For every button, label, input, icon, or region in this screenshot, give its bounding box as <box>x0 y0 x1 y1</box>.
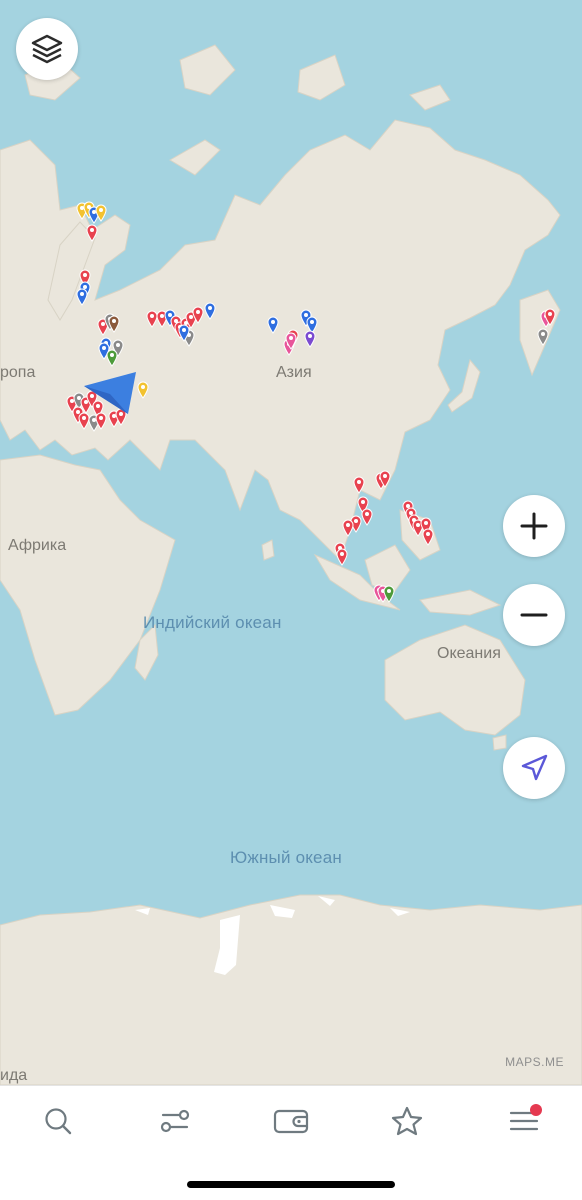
antarctica-label: ида <box>0 1067 28 1084</box>
map-pin-pink[interactable] <box>285 332 297 350</box>
wallet-icon <box>273 1109 309 1134</box>
layers-icon <box>31 34 63 64</box>
star-icon <box>392 1106 423 1136</box>
my-position-button[interactable] <box>503 737 565 799</box>
map-pin-red[interactable] <box>422 528 434 546</box>
search-icon <box>45 1108 72 1135</box>
navigation-arrow-icon <box>521 754 548 781</box>
africa-label: Африка <box>8 537 67 554</box>
europe-label: ропа <box>0 364 36 381</box>
map-pin-red[interactable] <box>379 470 391 488</box>
minus-icon <box>520 613 548 617</box>
current-location-arrow-icon <box>84 372 136 414</box>
map-pin-red[interactable] <box>192 306 204 324</box>
zoom-out-button[interactable] <box>503 584 565 646</box>
map-pin-green[interactable] <box>106 349 118 367</box>
notification-badge <box>529 1104 542 1116</box>
southern-ocean-label: Южный океан <box>230 848 342 867</box>
home-indicator <box>187 1181 395 1188</box>
map-pin-blue[interactable] <box>267 316 279 334</box>
route-button[interactable] <box>145 1091 205 1151</box>
map-pin-red[interactable] <box>353 476 365 494</box>
map-pin-blue[interactable] <box>76 288 88 306</box>
search-button[interactable] <box>28 1091 88 1151</box>
maps-me-attribution: MAPS.ME <box>505 1055 564 1069</box>
map-pin-gray[interactable] <box>537 328 549 346</box>
map-view[interactable]: ропа Азия Африка Океания ида Индийский о… <box>0 0 582 1085</box>
map-pin-yellow[interactable] <box>95 204 107 222</box>
bottom-navigation-bar <box>0 1085 582 1156</box>
map-pin-brown[interactable] <box>108 315 120 333</box>
plus-icon <box>520 512 548 540</box>
map-pin-green[interactable] <box>383 585 395 603</box>
zoom-in-button[interactable] <box>503 495 565 557</box>
map-pin-red[interactable] <box>544 308 556 326</box>
oceania-label: Океания <box>437 645 501 662</box>
map-pin-red[interactable] <box>336 548 348 566</box>
route-icon <box>160 1109 189 1133</box>
map-pin-yellow[interactable] <box>137 381 149 399</box>
map-pin-red[interactable] <box>86 224 98 242</box>
favorites-button[interactable] <box>377 1091 437 1151</box>
layers-button[interactable] <box>16 18 78 80</box>
map-pin-blue[interactable] <box>204 302 216 320</box>
map-canvas[interactable] <box>0 0 582 1085</box>
map-pin-blue[interactable] <box>178 324 190 342</box>
indian-ocean-label: Индийский океан <box>143 613 282 632</box>
asia-label: Азия <box>276 364 312 381</box>
map-pin-red[interactable] <box>342 519 354 537</box>
map-pin-purple[interactable] <box>304 330 316 348</box>
wallet-button[interactable] <box>261 1091 321 1151</box>
menu-button[interactable] <box>494 1091 554 1151</box>
map-pin-red[interactable] <box>361 508 373 526</box>
